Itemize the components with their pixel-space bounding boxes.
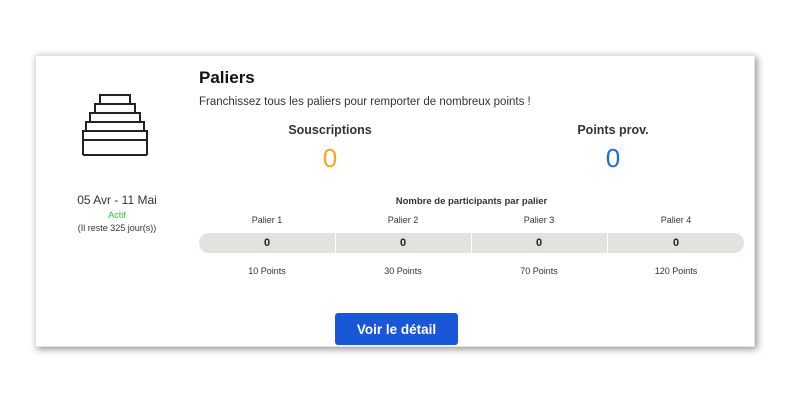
- card-subtitle: Franchissez tous les paliers pour rempor…: [199, 96, 531, 108]
- tier-points-1: 10 Points: [248, 266, 286, 276]
- tier-count-4: 0: [672, 237, 680, 249]
- tier-count-1: 0: [263, 237, 271, 249]
- stat-label-subscriptions: Souscriptions: [288, 123, 372, 137]
- tier-points-2: 30 Points: [384, 266, 422, 276]
- stairs-icon: [82, 94, 148, 156]
- tier-name-1: Palier 1: [251, 215, 283, 225]
- tier-name-4: Palier 4: [660, 215, 692, 225]
- view-detail-button[interactable]: Voir le détail: [335, 313, 458, 345]
- tier-count-3: 0: [535, 237, 543, 249]
- tier-name-2: Palier 2: [387, 215, 419, 225]
- stat-value-subscriptions: 0: [322, 143, 338, 173]
- tier-points-3: 70 Points: [520, 266, 558, 276]
- tier-count-2: 0: [399, 237, 407, 249]
- status-badge: Actif: [108, 210, 126, 220]
- participants-label: Nombre de participants par palier: [395, 196, 548, 207]
- stat-label-points: Points prov.: [577, 123, 649, 137]
- remaining-days: (Il reste 325 jour(s)): [77, 223, 157, 233]
- card-title: Paliers: [199, 68, 255, 87]
- tier-points-4: 120 Points: [654, 266, 698, 276]
- stat-value-points: 0: [605, 143, 621, 173]
- date-range: 05 Avr - 11 Mai: [77, 193, 157, 207]
- tier-name-3: Palier 3: [523, 215, 555, 225]
